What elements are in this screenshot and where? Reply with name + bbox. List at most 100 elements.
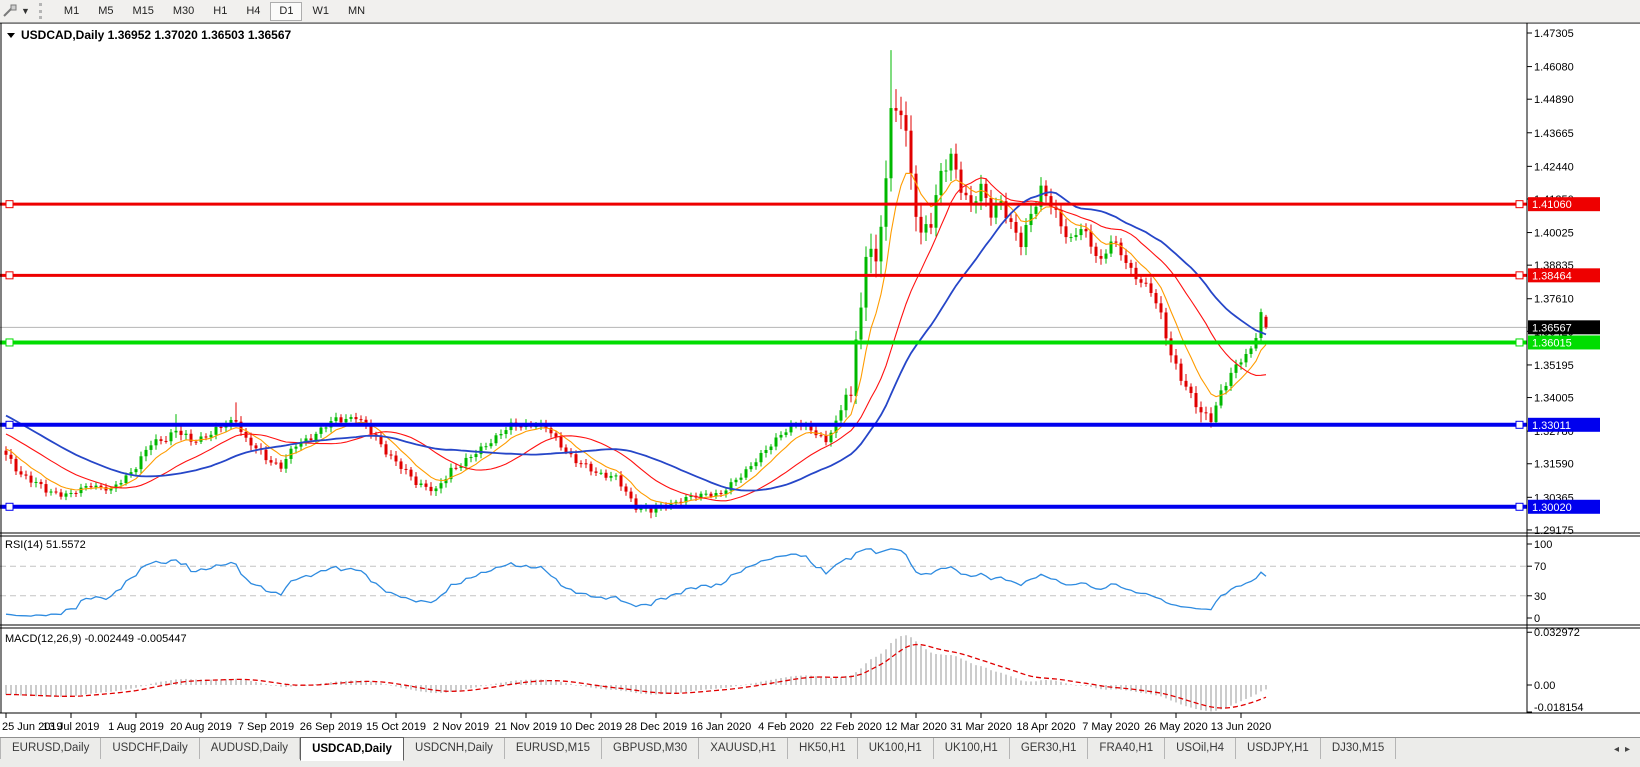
- chart-canvas: 1.473051.460801.448901.436651.424401.412…: [0, 23, 1640, 737]
- price-tick-label: 1.44890: [1534, 94, 1574, 106]
- date-tick-label: 26 May 2020: [1144, 721, 1208, 733]
- chart-tab-usoil-h4[interactable]: USOil,H4: [1165, 738, 1236, 759]
- date-tick-label: 10 Dec 2019: [560, 721, 622, 733]
- svg-text:1.33011: 1.33011: [1532, 420, 1571, 432]
- hline-handle-left[interactable]: [6, 272, 13, 279]
- hline-handle-left[interactable]: [6, 201, 13, 208]
- svg-text:1.38464: 1.38464: [1532, 270, 1572, 282]
- date-tick-label: 7 May 2020: [1082, 721, 1139, 733]
- rsi-axis-label: 70: [1534, 561, 1546, 573]
- hline-handle-right[interactable]: [1516, 421, 1523, 428]
- rsi-axis-label: 0: [1534, 613, 1540, 625]
- price-tick-label: 1.31590: [1534, 459, 1574, 471]
- timeframe-button-h4[interactable]: H4: [237, 2, 269, 21]
- price-tick-label: 1.42440: [1534, 161, 1574, 173]
- chart-tab-usdcad-daily[interactable]: USDCAD,Daily: [300, 737, 404, 761]
- hline-handle-right[interactable]: [1516, 339, 1523, 346]
- svg-text:1.36567: 1.36567: [1532, 322, 1572, 334]
- date-tick-label: 13 Jul 2019: [43, 721, 100, 733]
- drawing-tool-button[interactable]: ▼: [0, 3, 33, 19]
- date-tick-label: 31 Mar 2020: [950, 721, 1012, 733]
- timeframe-button-m30[interactable]: M30: [164, 2, 203, 21]
- price-tick-label: 1.34005: [1534, 393, 1574, 405]
- rsi-axis-label: 30: [1534, 591, 1546, 603]
- date-tick-label: 4 Feb 2020: [758, 721, 814, 733]
- chart-tab-eurusd-m15[interactable]: EURUSD,M15: [505, 738, 602, 759]
- svg-text:1.36015: 1.36015: [1532, 337, 1572, 349]
- ma-line-fast[interactable]: [6, 173, 1266, 503]
- date-tick-label: 12 Mar 2020: [885, 721, 947, 733]
- chart-tab-uk100-h1[interactable]: UK100,H1: [858, 738, 934, 759]
- macd-panel: [5, 635, 1267, 711]
- date-tick-label: 2 Nov 2019: [433, 721, 489, 733]
- timeframe-button-m5[interactable]: M5: [89, 2, 122, 21]
- date-tick-label: 16 Jan 2020: [691, 721, 752, 733]
- chart-tab-usdjpy-h1[interactable]: USDJPY,H1: [1236, 738, 1321, 759]
- chart-tabs: EURUSD,DailyUSDCHF,DailyAUDUSD,DailyUSDC…: [0, 737, 1640, 767]
- price-axis: 1.473051.460801.448901.436651.424401.412…: [1527, 23, 1600, 714]
- time-axis: 25 Jun 201913 Jul 20191 Aug 201920 Aug 2…: [2, 713, 1271, 733]
- chart-tab-fra40-h1[interactable]: FRA40,H1: [1088, 738, 1165, 759]
- rsi-panel: [0, 549, 1527, 616]
- timeframe-button-m15[interactable]: M15: [123, 2, 162, 21]
- rsi-axis-label: 100: [1534, 539, 1552, 551]
- timeframe-button-mn[interactable]: MN: [339, 2, 374, 21]
- chart-tab-uk100-h1[interactable]: UK100,H1: [934, 738, 1010, 759]
- macd-axis-label: -0.018154: [1534, 702, 1584, 714]
- timeframe-button-m1[interactable]: M1: [55, 2, 88, 21]
- hline-handle-right[interactable]: [1516, 503, 1523, 510]
- toolbar: ▼ M1M5M15M30H1H4D1W1MN: [0, 0, 1640, 23]
- price-tick-label: 1.43665: [1534, 128, 1574, 140]
- price-tick-label: 1.46080: [1534, 62, 1574, 74]
- chart-tab-audusd-daily[interactable]: AUDUSD,Daily: [200, 738, 300, 759]
- svg-text:1.41060: 1.41060: [1532, 199, 1572, 211]
- drawing-tool-icon: [1, 3, 19, 19]
- tab-scroll-right-icon[interactable]: ▸: [1625, 744, 1630, 755]
- timeframe-button-w1[interactable]: W1: [303, 2, 338, 21]
- chart-tab-xauusd-h1[interactable]: XAUUSD,H1: [699, 738, 788, 759]
- timeframe-buttons: M1M5M15M30H1H4D1W1MN: [55, 2, 374, 21]
- macd-label: MACD(12,26,9) -0.002449 -0.005447: [5, 633, 187, 645]
- date-tick-label: 15 Oct 2019: [366, 721, 426, 733]
- date-tick-label: 22 Feb 2020: [820, 721, 882, 733]
- timeframe-button-d1[interactable]: D1: [270, 2, 302, 21]
- tab-scroll-left-icon[interactable]: ◂: [1614, 744, 1619, 755]
- price-tick-label: 1.37610: [1534, 294, 1574, 306]
- chart-tab-usdcnh-daily[interactable]: USDCNH,Daily: [404, 738, 505, 759]
- date-tick-label: 21 Nov 2019: [495, 721, 557, 733]
- date-tick-label: 26 Sep 2019: [300, 721, 362, 733]
- date-tick-label: 20 Aug 2019: [170, 721, 232, 733]
- chart-tab-ger30-h1[interactable]: GER30,H1: [1010, 738, 1089, 759]
- hline-handle-left[interactable]: [6, 421, 13, 428]
- date-tick-label: 28 Dec 2019: [625, 721, 687, 733]
- price-tick-label: 1.40025: [1534, 228, 1574, 240]
- chart-title: USDCAD,Daily 1.36952 1.37020 1.36503 1.3…: [21, 28, 292, 42]
- chart-window: 1.473051.460801.448901.436651.424401.412…: [0, 23, 1640, 737]
- tab-list: EURUSD,DailyUSDCHF,DailyAUDUSD,DailyUSDC…: [0, 738, 1396, 762]
- chart-tab-eurusd-daily[interactable]: EURUSD,Daily: [0, 738, 101, 759]
- hline-handle-right[interactable]: [1516, 272, 1523, 279]
- tab-scroll-arrows: ◂ ▸: [1614, 738, 1640, 755]
- date-tick-label: 1 Aug 2019: [108, 721, 164, 733]
- rsi-line: [6, 549, 1266, 616]
- price-tick-label: 1.47305: [1534, 28, 1574, 40]
- chart-tab-gbpusd-m30[interactable]: GBPUSD,M30: [602, 738, 699, 759]
- chart-tab-usdchf-daily[interactable]: USDCHF,Daily: [101, 738, 199, 759]
- hline-handle-left[interactable]: [6, 339, 13, 346]
- chart-tab-hk50-h1[interactable]: HK50,H1: [788, 738, 858, 759]
- price-tick-label: 1.29175: [1534, 525, 1574, 537]
- chart-tab-dj30-m15[interactable]: DJ30,M15: [1321, 738, 1396, 759]
- timeframe-button-h1[interactable]: H1: [204, 2, 236, 21]
- candlesticks: [5, 50, 1268, 518]
- hline-handle-right[interactable]: [1516, 201, 1523, 208]
- mt4-window: ▼ M1M5M15M30H1H4D1W1MN 1.47305 1.46080 1.4…: [0, 0, 1640, 767]
- symbol-dropdown-icon[interactable]: [7, 33, 15, 38]
- macd-signal-line: [6, 645, 1266, 709]
- hline-handle-left[interactable]: [6, 503, 13, 510]
- moving-average-lines: [6, 173, 1266, 503]
- date-tick-label: 18 Apr 2020: [1016, 721, 1075, 733]
- toolbar-gripper[interactable]: [39, 3, 47, 19]
- rsi-label: RSI(14) 51.5572: [5, 539, 86, 551]
- macd-axis-label: 0.032972: [1534, 627, 1580, 639]
- macd-axis-label: 0.00: [1534, 680, 1555, 692]
